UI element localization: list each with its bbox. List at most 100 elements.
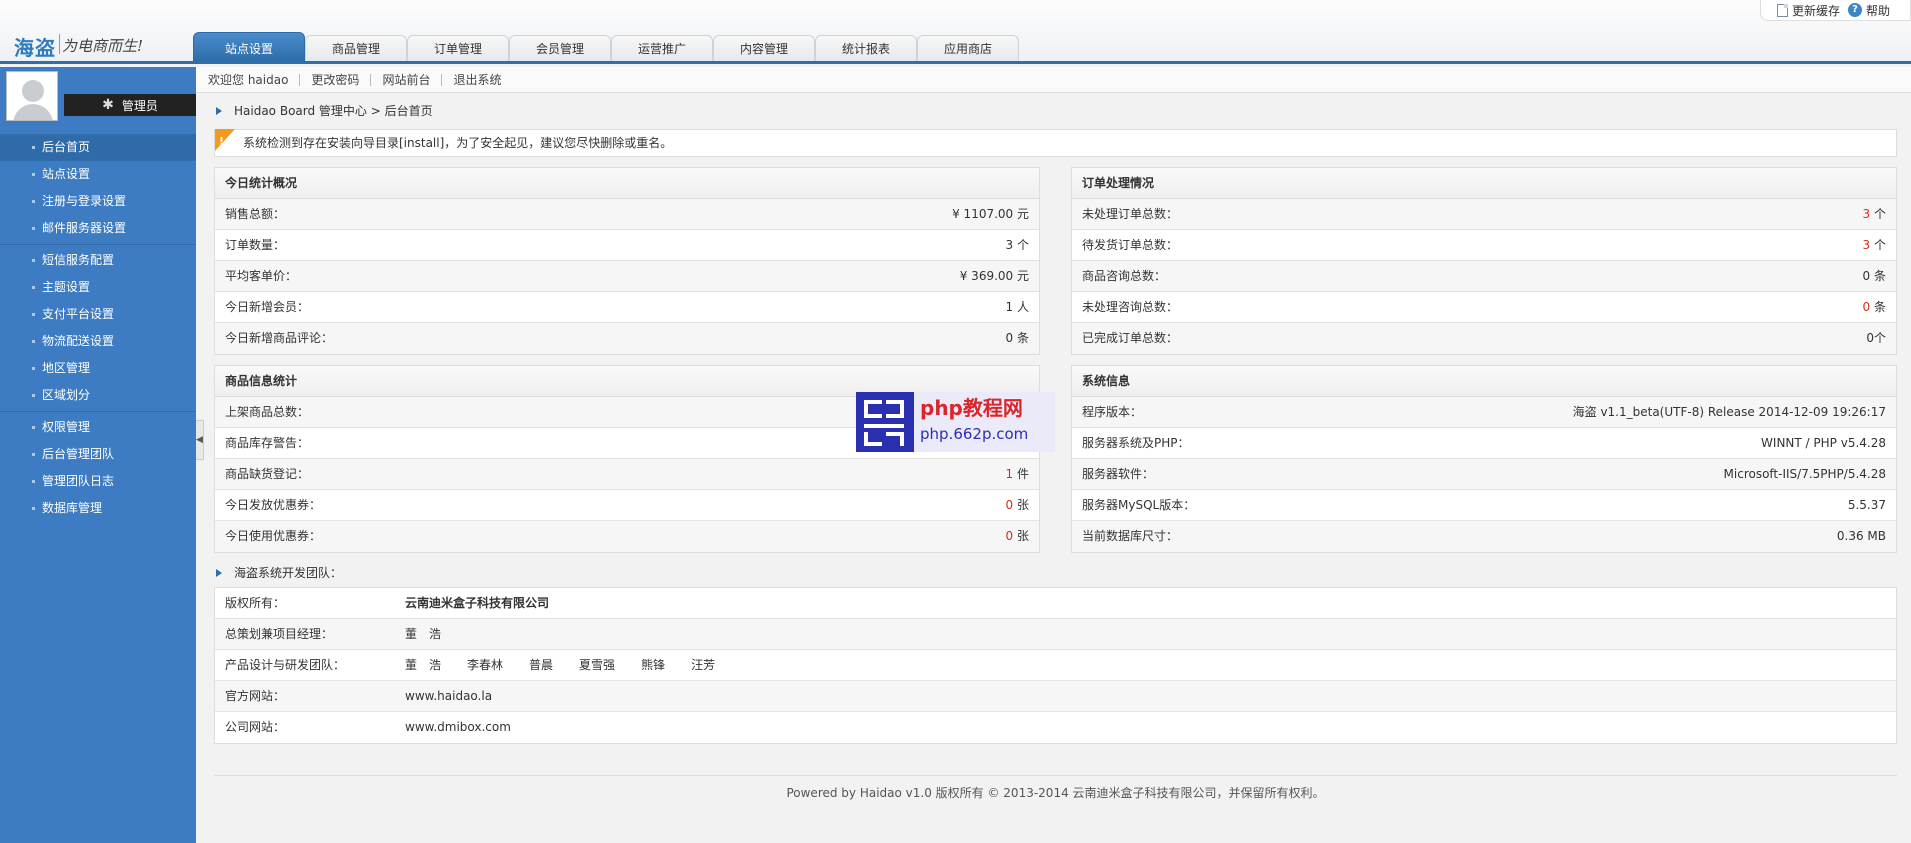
sidebar-item-database[interactable]: 数据库管理 <box>0 495 196 522</box>
panel-rows: 未处理订单总数： 3 个 待发货订单总数： 3 个 商品咨询总数： 0 条 未处理咨询… <box>1072 199 1896 354</box>
sidebar-item-dashboard[interactable]: 后台首页 <box>0 134 196 161</box>
table-row: 官方网站： www.haidao.la <box>215 681 1896 712</box>
tab-app-store[interactable]: 应用商店 <box>917 35 1019 61</box>
chevron-left-icon: ◀ <box>196 435 203 445</box>
watermark-seal-icon <box>856 392 914 452</box>
row-value: 0 条 <box>1863 292 1886 322</box>
company-site-link[interactable]: www.dmibox.com <box>405 712 511 743</box>
count: 0 <box>1866 331 1874 345</box>
sidebar-item-permissions[interactable]: 权限管理 <box>0 414 196 441</box>
row-value: 0.36 MB <box>1836 529 1886 543</box>
person-name: 夏雪强 <box>579 658 616 672</box>
row-value: 1 件 <box>1006 459 1029 489</box>
table-row: 未处理订单总数： 3 个 <box>1072 199 1896 230</box>
stats-row-2: 商品信息统计 上架商品总数： 商品库存警告：1 件 商品缺货登记：1 件 今日发… <box>214 365 1897 553</box>
sidebar-item-zones[interactable]: 区域划分 <box>0 382 196 409</box>
site-frontend-link[interactable]: 网站前台 <box>370 73 441 86</box>
security-notice: 系统检测到存在安装向导目录[install]，为了安全起见，建议您尽快删除或重名… <box>214 129 1897 157</box>
row-value: 1 人 <box>1005 300 1029 314</box>
row-label: 订单数量： <box>225 238 286 252</box>
sidebar-item-mail-server[interactable]: 邮件服务器设置 <box>0 215 196 242</box>
table-row: 今日新增会员： 1 人 <box>215 292 1039 323</box>
table-row: 今日新增商品评论： 0 条 <box>215 323 1039 354</box>
row-value: 海盗 v1.1_beta(UTF-8) Release 2014-12-09 1… <box>1572 405 1886 419</box>
sidebar-item-payment[interactable]: 支付平台设置 <box>0 301 196 328</box>
order-stats-panel: 订单处理情况 未处理订单总数： 3 个 待发货订单总数： 3 个 商品咨询总数： 0 … <box>1071 167 1897 355</box>
logout-link[interactable]: 退出系统 <box>441 73 512 86</box>
row-value: 0个 <box>1866 323 1886 354</box>
copyright-owner: 云南迪米盒子科技有限公司 <box>405 596 550 610</box>
row-label: 今日发放优惠券： <box>225 498 322 512</box>
sidebar-item-theme[interactable]: 主题设置 <box>0 274 196 301</box>
unit: 个 <box>1870 238 1886 252</box>
sidebar-item-regions[interactable]: 地区管理 <box>0 355 196 382</box>
sidebar-item-admin-log[interactable]: 管理团队日志 <box>0 468 196 495</box>
sidebar: ✱ 管理员 后台首页 站点设置 注册与登录设置 邮件服务器设置 短信服务配置 主… <box>0 67 196 843</box>
row-label: 商品咨询总数： <box>1082 269 1167 283</box>
row-label: 未处理咨询总数： <box>1082 300 1179 314</box>
row-label: 商品缺货登记： <box>225 467 310 481</box>
table-row: 商品缺货登记： 1 件 <box>215 459 1039 490</box>
table-row: 总策划兼项目经理： 董 浩 <box>215 619 1896 650</box>
row-label: 程序版本： <box>1082 405 1143 419</box>
row-label: 服务器MySQL版本： <box>1082 498 1196 512</box>
table-row: 当前数据库尺寸： 0.36 MB <box>1072 521 1896 552</box>
unit: 条 <box>1870 300 1886 314</box>
table-row: 今日发放优惠券： 0 张 <box>215 490 1039 521</box>
official-site-link[interactable]: www.haidao.la <box>405 681 492 711</box>
person-name: 普晨 <box>529 658 554 672</box>
team-table: 版权所有： 云南迪米盒子科技有限公司 总策划兼项目经理： 董 浩 产品设计与研发… <box>214 587 1897 744</box>
slogan: 为电商而生! <box>62 37 144 55</box>
tab-site-settings[interactable]: 站点设置 <box>193 32 305 61</box>
today-stats-panel: 今日统计概况 销售总额： ¥ 1107.00 元 订单数量： 3 个 平均客单价： ¥… <box>214 167 1040 355</box>
row-label: 未处理订单总数： <box>1082 207 1179 221</box>
panel-title: 系统信息 <box>1072 366 1896 397</box>
watermark-text: php教程网 php.662p.com <box>914 392 1055 452</box>
main-content: Haidao Board 管理中心 > 后台首页 系统检测到存在安装向导目录[i… <box>214 97 1897 744</box>
row-label: 商品库存警告： <box>225 436 310 450</box>
help-link[interactable]: ? 帮助 <box>1847 2 1890 19</box>
table-row: 今日使用优惠券： 0 张 <box>215 521 1039 552</box>
tab-marketing[interactable]: 运营推广 <box>611 35 713 61</box>
sidebar-collapse-handle[interactable]: ◀ <box>196 420 204 460</box>
table-row: 平均客单价： ¥ 369.00 元 <box>215 261 1039 292</box>
tab-orders[interactable]: 订单管理 <box>407 35 509 61</box>
row-value: 3 个 <box>1863 199 1886 229</box>
row-value: ¥ 369.00 元 <box>959 269 1029 283</box>
change-password-link[interactable]: 更改密码 <box>299 73 370 86</box>
table-row: 服务器软件： Microsoft-IIS/7.5PHP/5.4.28 <box>1072 459 1896 490</box>
refresh-cache-label: 更新缓存 <box>1791 3 1840 18</box>
avatar <box>6 71 58 121</box>
sidebar-item-site-settings[interactable]: 站点设置 <box>0 161 196 188</box>
sidebar-item-sms[interactable]: 短信服务配置 <box>0 247 196 274</box>
tab-goods[interactable]: 商品管理 <box>305 35 407 61</box>
role-text: 管理员 <box>121 98 158 113</box>
user-bar: 欢迎您 haidao 更改密码 网站前台 退出系统 <box>196 67 1911 93</box>
row-value: ¥ 1107.00 元 <box>952 207 1029 221</box>
sidebar-group: 后台首页 站点设置 注册与登录设置 邮件服务器设置 <box>0 132 196 245</box>
tab-members[interactable]: 会员管理 <box>509 35 611 61</box>
sidebar-item-logistics[interactable]: 物流配送设置 <box>0 328 196 355</box>
row-value: 0 张 <box>1006 490 1029 520</box>
row-value: 0 条 <box>1863 261 1886 291</box>
sidebar-item-admin-team[interactable]: 后台管理团队 <box>0 441 196 468</box>
gear-icon: ✱ <box>102 97 114 113</box>
sidebar-menu: 后台首页 站点设置 注册与登录设置 邮件服务器设置 短信服务配置 主题设置 支付… <box>0 132 196 524</box>
document-icon <box>1776 3 1788 17</box>
top-links: 更新缓存 ? 帮助 <box>1759 0 1911 21</box>
team-section-title: 海盗系统开发团队： <box>214 559 1897 587</box>
table-row: 服务器MySQL版本： 5.5.37 <box>1072 490 1896 521</box>
avatar-body-icon <box>13 104 53 120</box>
tab-reports[interactable]: 统计报表 <box>815 35 917 61</box>
sidebar-item-register-login[interactable]: 注册与登录设置 <box>0 188 196 215</box>
logo[interactable]: 海盗 <box>14 32 56 61</box>
panel-rows: 销售总额： ¥ 1107.00 元 订单数量： 3 个 平均客单价： ¥ 369.00… <box>215 199 1039 354</box>
refresh-cache-link[interactable]: 更新缓存 <box>1776 2 1840 19</box>
row-value: 董 浩 李春林 普晨 夏雪强 熊锋 汪芳 <box>405 650 1896 680</box>
row-label: 服务器系统及PHP： <box>1082 436 1190 450</box>
unit: 条 <box>1870 269 1886 283</box>
tab-content[interactable]: 内容管理 <box>713 35 815 61</box>
unit: 件 <box>1013 467 1029 481</box>
row-value: 3 个 <box>1005 238 1029 252</box>
row-value: www.dmibox.com <box>405 712 1896 743</box>
